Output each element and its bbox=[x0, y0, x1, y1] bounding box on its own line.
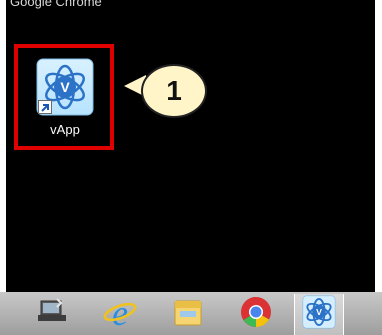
taskbar-chrome[interactable] bbox=[232, 294, 280, 335]
chrome-icon[interactable] bbox=[239, 295, 273, 334]
desktop-screen: Google Chrome V vApp 1 e V bbox=[0, 0, 382, 335]
taskbar-vapp[interactable]: V bbox=[294, 294, 344, 335]
right-edge bbox=[375, 0, 382, 335]
left-edge bbox=[0, 0, 6, 335]
file-explorer-icon[interactable] bbox=[171, 296, 205, 333]
internet-explorer-icon[interactable]: e bbox=[103, 293, 137, 334]
vapp-icon[interactable]: V bbox=[36, 58, 94, 116]
shortcut-label[interactable]: vApp bbox=[50, 122, 80, 137]
svg-text:e: e bbox=[112, 295, 128, 329]
step-number-callout: 1 bbox=[141, 64, 207, 118]
remote-desktop-icon[interactable] bbox=[35, 297, 69, 332]
svg-text:V: V bbox=[316, 307, 322, 317]
taskbar: e V bbox=[0, 292, 382, 335]
taskbar-remote-desktop[interactable] bbox=[28, 294, 76, 335]
vapp-desktop-shortcut[interactable]: V vApp bbox=[30, 58, 100, 142]
partial-desktop-label: Google Chrome bbox=[10, 0, 102, 9]
taskbar-internet-explorer[interactable]: e bbox=[96, 293, 144, 335]
taskbar-file-explorer[interactable] bbox=[164, 294, 212, 335]
vapp-icon[interactable]: V bbox=[301, 294, 337, 335]
svg-text:V: V bbox=[60, 79, 70, 95]
shortcut-arrow-icon bbox=[38, 100, 52, 114]
